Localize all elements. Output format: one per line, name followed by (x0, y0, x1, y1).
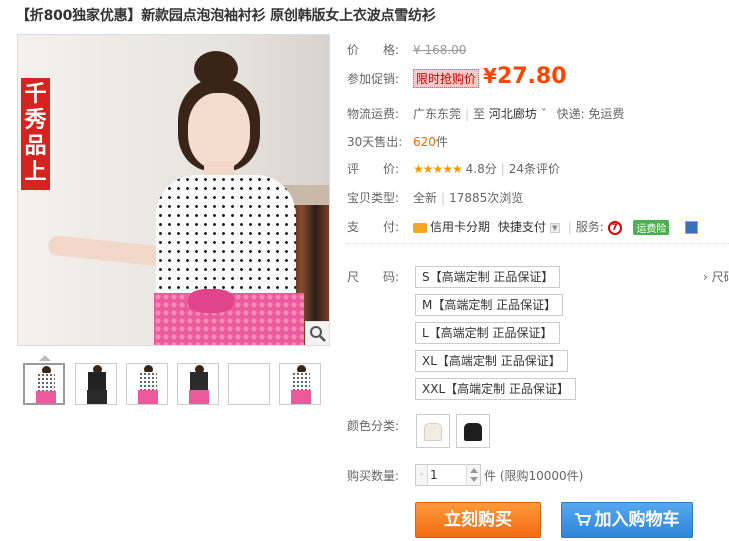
shipping-destination[interactable]: 河北廊坊 (489, 107, 537, 121)
pay-row: 支 付: 信用卡分期 快捷支付 ▼ | 服务: 7 运费险 (347, 218, 699, 235)
shipping-row: 物流运费: 广东东莞 | 至 河北廊坊 ˇ 快递: 免运费 (347, 105, 624, 122)
promo-label: 参加促销: (347, 72, 400, 86)
shipping-label: 物流运费: (347, 107, 400, 121)
rating-label: 评 价: (347, 162, 400, 176)
sold-row: 30天售出: 620件 (347, 133, 448, 150)
buy-now-label: 立刻购买 (444, 510, 512, 530)
original-price: ¥ 168.00 (413, 43, 467, 57)
credit-card-icon (413, 222, 427, 233)
brand-badge: 千秀品上 (21, 78, 50, 190)
quantity-label: 购买数量: (347, 469, 400, 483)
main-product-image[interactable]: 千秀品上 (17, 34, 330, 346)
size-chart-link[interactable]: › 尺码 (703, 268, 729, 285)
pay-credit-link[interactable]: 信用卡分期 (430, 220, 490, 234)
size-option-xxl[interactable]: XXL【高端定制 正品保证】 (415, 378, 576, 400)
brand-badge-text: 千秀品上 (24, 82, 47, 185)
thumbnail-1[interactable] (23, 363, 65, 405)
buy-now-button[interactable]: 立刻购买 (415, 502, 541, 538)
seven-day-return-icon[interactable]: 7 (607, 220, 622, 235)
promo-price: 27.80 (496, 64, 567, 89)
spin-arrows-icon[interactable] (466, 465, 480, 485)
quantity-input[interactable] (430, 467, 466, 483)
skirt-bow (188, 289, 234, 313)
size-option-m[interactable]: M【高端定制 正品保证】 (415, 294, 564, 316)
add-to-cart-button[interactable]: 加入购物车 (561, 502, 693, 538)
shipping-fee: 快递: 免运费 (556, 107, 625, 121)
white-shirt-icon (424, 423, 442, 441)
model-face (188, 93, 250, 169)
black-shirt-icon (464, 423, 482, 441)
model-hair-bun (194, 51, 238, 87)
rating-row: 评 价: ★★★★★ 4.8分 | 24条评价 (347, 162, 561, 176)
shipping-insurance-badge[interactable]: 运费险 (633, 220, 670, 235)
quantity-stepper[interactable]: - (415, 464, 481, 486)
thumb-pointer-icon (39, 355, 51, 361)
shipping-to-sep: 至 (473, 107, 486, 121)
sold-label: 30天售出: (347, 135, 403, 149)
thumbnail-2[interactable] (75, 363, 117, 405)
decrement-icon[interactable]: - (416, 465, 428, 485)
dropdown-arrow-icon[interactable]: ▼ (549, 222, 560, 233)
cart-icon (574, 504, 591, 526)
thumbnail-5[interactable] (228, 363, 270, 405)
thumbnail-3[interactable] (126, 363, 168, 405)
type-views: 17885次浏览 (449, 191, 524, 205)
shipping-from: 广东东莞 (413, 107, 462, 121)
size-option-l[interactable]: L【高端定制 正品保证】 (415, 322, 560, 344)
thumbnail-6[interactable] (279, 363, 321, 405)
sold-count: 620 (413, 135, 436, 149)
model-arm (47, 234, 171, 268)
service-square-icon[interactable] (685, 221, 699, 234)
promo-currency: ¥ (483, 64, 497, 88)
promo-row: 参加促销: 限时抢购价 ¥27.80 (347, 64, 567, 89)
quantity-limit: 件 (限购10000件) (484, 469, 584, 483)
rating-stars-icon: ★★★★★ (413, 162, 463, 176)
type-row: 宝贝类型: 全新 | 17885次浏览 (347, 191, 524, 205)
rating-reviews-link[interactable]: 24条评价 (509, 162, 560, 176)
size-label: 尺 码: (347, 270, 400, 284)
service-label: 服务: (575, 220, 604, 234)
zoom-icon[interactable] (305, 321, 329, 345)
price-row: 价 格: ¥ 168.00 (347, 41, 466, 58)
size-option-s[interactable]: S【高端定制 正品保证】 (415, 266, 561, 288)
color-label: 颜色分类: (347, 419, 400, 433)
chevron-down-icon[interactable]: ˇ (537, 107, 551, 121)
type-value: 全新 (413, 191, 438, 205)
price-label: 价 格: (347, 43, 400, 57)
type-label: 宝贝类型: (347, 191, 400, 205)
pay-label: 支 付: (347, 220, 400, 234)
add-to-cart-label: 加入购物车 (594, 510, 680, 530)
product-title: 【折800独家优惠】新款园点泡泡袖衬衫 原创韩版女上衣波点雪纺衫 (16, 8, 436, 24)
thumbnail-4[interactable] (177, 363, 219, 405)
divider (347, 243, 729, 244)
color-swatch-white[interactable] (416, 414, 450, 448)
pay-quick-link[interactable]: 快捷支付 (498, 220, 546, 234)
promo-tag: 限时抢购价 (413, 69, 480, 88)
size-option-xl[interactable]: XL【高端定制 正品保证】 (415, 350, 568, 372)
sold-unit: 件 (435, 135, 448, 149)
shipping-separator: | (465, 107, 470, 121)
color-swatch-black[interactable] (456, 414, 490, 448)
rating-score: 4.8分 (465, 162, 497, 176)
